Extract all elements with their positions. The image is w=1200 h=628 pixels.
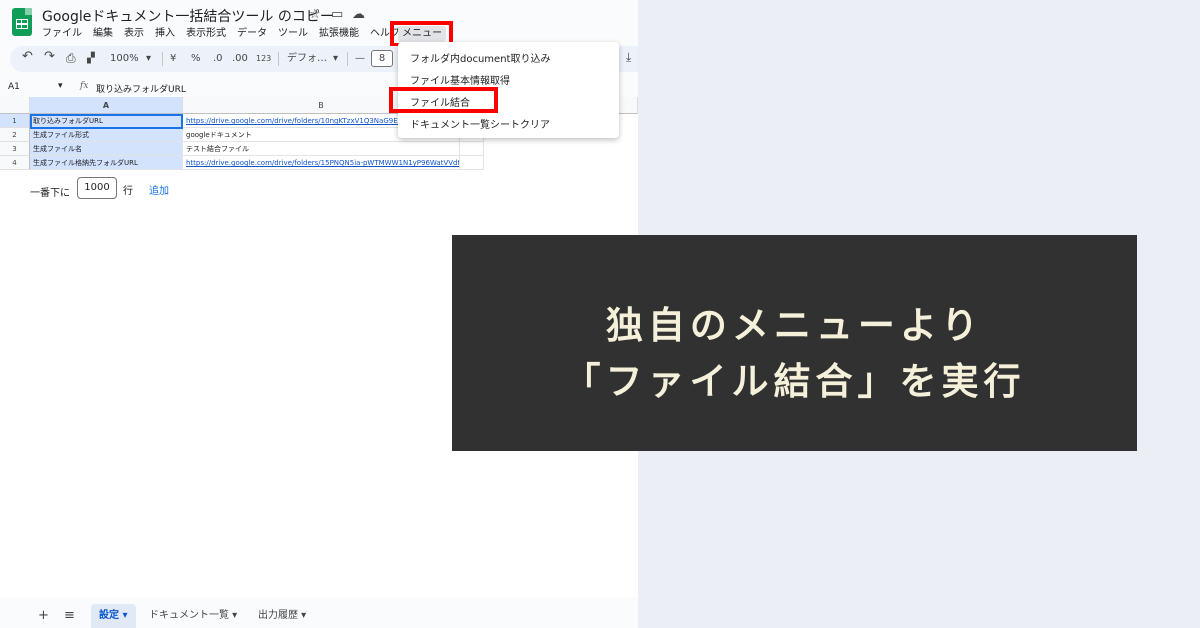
menu-file[interactable]: ファイル [42,26,82,42]
caption-line-2: 「ファイル結合」を実行 [563,360,1026,403]
sheets-logo-icon[interactable] [12,8,32,36]
chevron-down-icon: ▾ [333,53,339,64]
add-rows-count-input[interactable]: 1000 [77,177,117,199]
redo-icon[interactable]: ↷ [44,50,55,64]
menu-view[interactable]: 表示 [124,26,144,42]
caption-line-1: 独自のメニューより [605,304,984,347]
print-icon[interactable]: ⎙ [66,51,76,65]
star-icon[interactable]: ☆ [309,7,321,22]
add-rows-button[interactable]: 追加 [149,182,169,197]
tab-settings[interactable]: 設定 ▾ [91,604,136,628]
tab-label: ドキュメント一覧 [149,610,229,621]
download-icon[interactable]: ⤓ [626,50,631,64]
add-rows-unit-label: 行 [123,186,133,197]
undo-icon[interactable]: ↶ [22,50,33,64]
menu-bar: ファイル 編集 表示 挿入 表示形式 データ ツール 拡張機能 ヘルプ [42,26,411,42]
fx-icon: fx [80,81,89,91]
currency-format-button[interactable]: ¥ [170,52,176,66]
menu-format[interactable]: 表示形式 [186,26,226,42]
add-rows-label: 一番下に [30,188,70,199]
cell-c3[interactable] [460,142,484,156]
tab-output-history[interactable]: 出力履歴 ▾ [250,604,314,628]
menu-insert[interactable]: 挿入 [155,26,175,42]
name-box[interactable]: A1 [8,82,20,92]
folder-move-icon[interactable]: ▭ [331,7,343,22]
all-sheets-icon[interactable]: ≡ [56,604,83,628]
cell-a3[interactable]: 生成ファイル名 [30,142,183,156]
caption-banner: 独自のメニューより 「ファイル結合」を実行 [452,235,1137,451]
menu-item-import-folder-docs[interactable]: フォルダ内document取り込み [410,50,550,65]
percent-format-button[interactable]: % [191,52,201,66]
menu-item-clear-doc-list[interactable]: ドキュメント一覧シートクリア [410,116,550,131]
tab-label: 出力履歴 [258,610,298,621]
row-header[interactable]: 2 [0,128,30,142]
cell-a2[interactable]: 生成ファイル形式 [30,128,183,142]
formula-input[interactable]: 取り込みフォルダURL [96,82,186,95]
menu-item-get-file-info[interactable]: ファイル基本情報取得 [410,72,510,87]
menu-tools[interactable]: ツール [278,26,308,42]
chevron-down-icon[interactable]: ▾ [58,81,63,91]
cell-a4[interactable]: 生成ファイル格納先フォルダURL [30,156,183,170]
selected-cell-border [30,114,183,129]
tab-label: 設定 [99,610,119,621]
menu-data[interactable]: データ [237,26,267,42]
paint-format-icon[interactable]: ▞ [87,52,95,66]
add-sheet-icon[interactable]: + [30,604,57,628]
font-select[interactable]: デフォ… [287,52,327,66]
increase-decimal-button[interactable]: .00 [232,52,248,66]
row-header[interactable]: 4 [0,156,30,170]
font-size-input[interactable]: 8 [371,50,393,67]
row-header[interactable]: 3 [0,142,30,156]
cloud-status-icon[interactable]: ☁ [352,7,365,22]
highlight-merge-item [389,87,498,113]
decrease-decimal-button[interactable]: .0 [213,52,223,66]
number-format-button[interactable]: 123 [256,52,271,66]
menu-extensions[interactable]: 拡張機能 [319,26,359,42]
document-title[interactable]: Googleドキュメント一括結合ツール のコピー [42,6,334,26]
zoom-select[interactable]: 100% [110,52,139,66]
cell-b4[interactable]: https://drive.google.com/drive/folders/1… [183,156,460,170]
tab-document-list[interactable]: ドキュメント一覧 ▾ [141,604,245,628]
sheet-tab-bar: + ≡ 設定 ▾ ドキュメント一覧 ▾ 出力履歴 ▾ [0,600,638,628]
cell-c4[interactable] [460,156,484,170]
cell-b3[interactable]: テスト結合ファイル [183,142,460,156]
select-all-corner[interactable] [0,97,30,114]
chevron-down-icon: ▾ [146,53,152,64]
font-size-decrease-button[interactable]: — [355,52,365,66]
column-header-a[interactable]: A [30,97,183,114]
menu-edit[interactable]: 編集 [93,26,113,42]
row-header[interactable]: 1 [0,114,30,128]
